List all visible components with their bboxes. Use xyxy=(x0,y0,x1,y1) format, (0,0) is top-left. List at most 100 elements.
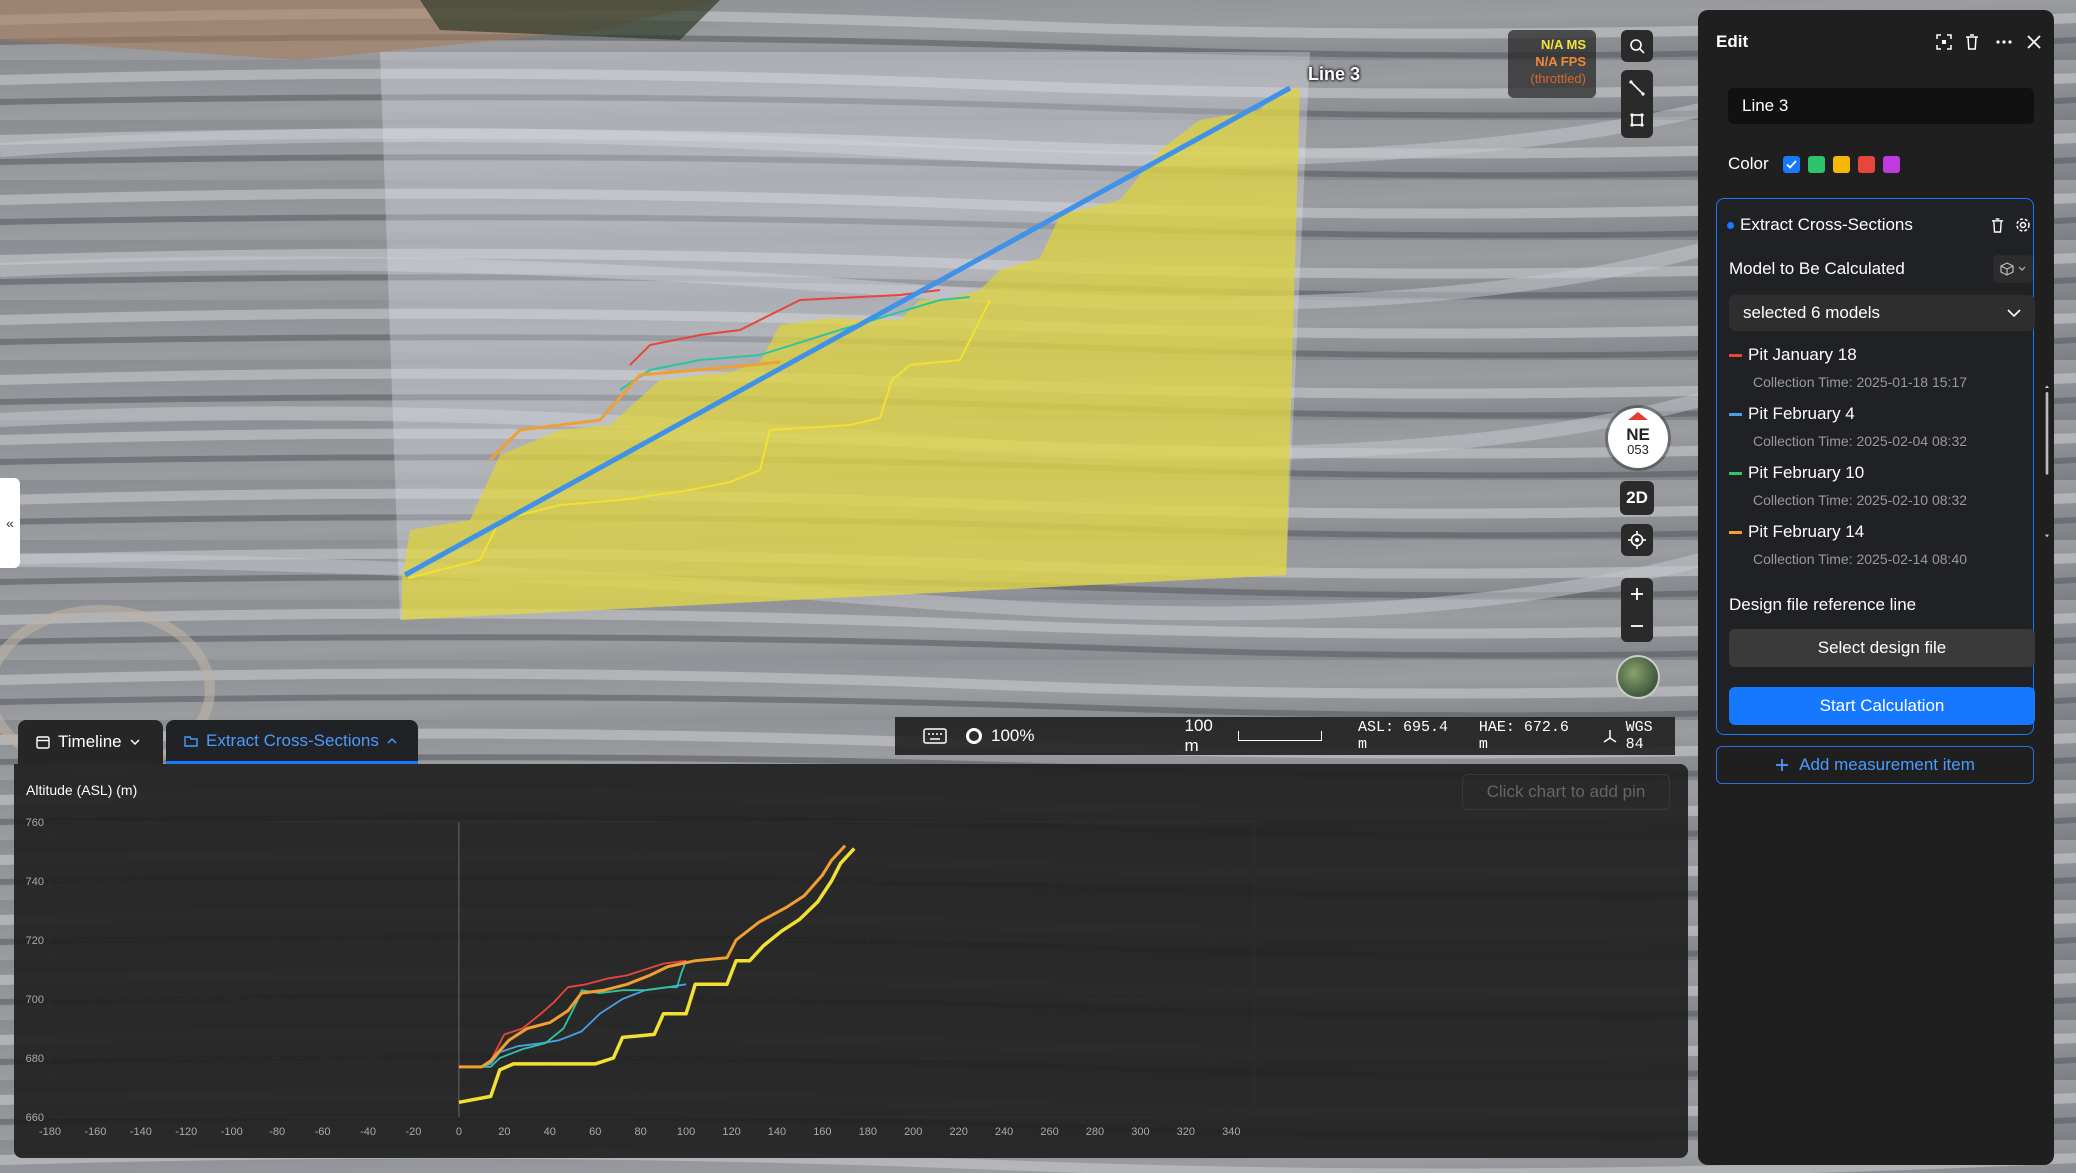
chevron-up-icon xyxy=(387,737,397,745)
toggle-2d-button[interactable]: 2D xyxy=(1620,481,1654,515)
x-tick-label: 300 xyxy=(1131,1126,1149,1138)
x-tick-label: 0 xyxy=(456,1126,462,1138)
tab-extract-cross-sections[interactable]: Extract Cross-Sections xyxy=(166,720,418,764)
x-tick-label: -20 xyxy=(406,1126,422,1138)
crs-label[interactable]: WGS 84 xyxy=(1626,719,1675,753)
opacity-icon[interactable] xyxy=(965,727,983,745)
model-label: Model to Be Calculated xyxy=(1729,259,1905,278)
section-delete-button[interactable] xyxy=(1987,215,2007,235)
area-measure-button[interactable] xyxy=(1621,104,1653,136)
crs-icon xyxy=(1602,728,1618,744)
plot-area xyxy=(49,821,1255,1118)
model-list[interactable]: Pit January 18 Collection Time: 2025-01-… xyxy=(1729,345,2029,575)
color-swatch-purple[interactable] xyxy=(1882,155,1900,173)
x-tick-label: 240 xyxy=(995,1126,1013,1138)
start-calculation-button[interactable]: Start Calculation xyxy=(1729,687,2035,725)
throttled-note: (throttled) xyxy=(1530,71,1586,86)
model-name: Pit February 4 xyxy=(1748,404,1855,423)
focus-icon xyxy=(1936,34,1952,50)
fullscreen-button[interactable] xyxy=(1934,32,1954,52)
x-tick-label: -160 xyxy=(84,1126,106,1138)
x-tick-label: 20 xyxy=(498,1126,510,1138)
x-tick-label: 200 xyxy=(904,1126,922,1138)
y-tick-label: 720 xyxy=(26,935,44,947)
more-icon xyxy=(1996,40,2012,44)
close-icon xyxy=(2027,35,2041,49)
tab-timeline-label: Timeline xyxy=(58,732,122,751)
list-scrollbar[interactable] xyxy=(2045,347,2049,577)
chart-y-label: Altitude (ASL) (m) xyxy=(26,782,138,798)
select-design-file-button[interactable]: Select design file xyxy=(1729,629,2035,667)
add-pin-hint[interactable]: Click chart to add pin xyxy=(1462,774,1670,810)
add-measurement-item-button[interactable]: Add measurement item xyxy=(1716,746,2034,784)
tab-ecs-label: Extract Cross-Sections xyxy=(206,730,379,750)
series-color-icon xyxy=(1729,412,1742,416)
tab-timeline[interactable]: Timeline xyxy=(18,720,163,764)
ms-readout: N/A MS xyxy=(1540,37,1586,52)
fps-readout: N/A FPS xyxy=(1535,54,1586,69)
model-name: Pit January 18 xyxy=(1748,345,1857,364)
x-tick-label: 220 xyxy=(949,1126,967,1138)
compass-direction: NE xyxy=(1626,424,1650,444)
close-button[interactable] xyxy=(2024,32,2044,52)
cross-section-chart-panel[interactable]: 660 680 700 720 740 760 -180 -160 -140 -120 -100 -8… xyxy=(14,764,1688,1158)
trash-icon xyxy=(1965,34,1979,50)
asl-readout: ASL: 695.4 m xyxy=(1358,719,1449,753)
y-tick-label: 660 xyxy=(26,1112,44,1124)
x-tick-label: 340 xyxy=(1222,1126,1240,1138)
zoom-in-button[interactable] xyxy=(1621,578,1653,610)
basemap-switch-button[interactable] xyxy=(1616,655,1660,699)
scale-bar xyxy=(1237,731,1323,741)
zoom-out-button[interactable] xyxy=(1621,610,1653,642)
plus-icon xyxy=(1775,758,1789,772)
x-tick-label: 60 xyxy=(589,1126,601,1138)
delete-button[interactable] xyxy=(1962,32,1982,52)
series-line xyxy=(458,960,687,1068)
area-tool-icon xyxy=(1629,112,1645,128)
color-swatch-blue[interactable] xyxy=(1782,155,1800,173)
cube-icon xyxy=(2000,262,2014,276)
section-settings-button[interactable] xyxy=(2013,215,2033,235)
more-button[interactable] xyxy=(1994,32,2014,52)
line-name-input[interactable] xyxy=(1728,88,2034,124)
check-icon xyxy=(1785,159,1797,169)
chevron-down-icon xyxy=(2007,308,2021,318)
model-select[interactable]: selected 6 models xyxy=(1729,295,2035,331)
y-tick-label: 740 xyxy=(26,876,44,888)
minus-icon xyxy=(1630,619,1644,633)
x-tick-label: 320 xyxy=(1177,1126,1195,1138)
edit-panel: Edit Color Extract Cross-Sections Model … xyxy=(1698,10,2054,1165)
x-tick-label: 180 xyxy=(859,1126,877,1138)
keyboard-icon[interactable] xyxy=(923,728,947,744)
color-swatch-green[interactable] xyxy=(1807,155,1825,173)
collection-time: Collection Time: 2025-02-14 08:40 xyxy=(1753,551,1968,567)
collection-time: Collection Time: 2025-01-18 15:17 xyxy=(1753,374,1968,390)
model-type-button[interactable] xyxy=(1993,255,2033,283)
y-tick-label: 680 xyxy=(26,1053,44,1065)
x-tick-label: -60 xyxy=(315,1126,331,1138)
section-icon xyxy=(184,734,198,748)
list-item: Pit February 14 Collection Time: 2025-02… xyxy=(1729,522,2029,575)
collection-time: Collection Time: 2025-02-10 08:32 xyxy=(1753,492,1968,508)
calendar-icon xyxy=(36,735,50,749)
x-tick-label: -100 xyxy=(221,1126,243,1138)
search-button[interactable] xyxy=(1621,30,1653,62)
x-tick-label: -180 xyxy=(39,1126,61,1138)
x-tick-label: -140 xyxy=(130,1126,152,1138)
scale-label: 100 m xyxy=(1184,716,1213,755)
color-swatch-yellow[interactable] xyxy=(1832,155,1850,173)
line-measure-button[interactable] xyxy=(1621,72,1653,104)
y-tick-label: 760 xyxy=(26,817,44,829)
add-measurement-label: Add measurement item xyxy=(1799,755,1975,774)
north-arrow-icon xyxy=(1628,412,1648,420)
cross-section-chart[interactable]: 660 680 700 720 740 760 -180 -160 -140 -120 -100 -8… xyxy=(14,764,1688,1158)
color-swatch-red[interactable] xyxy=(1857,155,1875,173)
x-tick-label: 80 xyxy=(635,1126,647,1138)
line-label: Line 3 xyxy=(1308,64,1361,84)
locate-button[interactable] xyxy=(1621,524,1653,556)
collapse-left-panel-button[interactable]: « xyxy=(0,478,20,568)
x-tick-label: 140 xyxy=(768,1126,786,1138)
x-tick-label: -120 xyxy=(175,1126,197,1138)
compass[interactable]: NE 053 xyxy=(1608,408,1668,468)
status-bar: 100% 100 m ASL: 695.4 m HAE: 672.6 m WGS… xyxy=(895,716,1675,755)
